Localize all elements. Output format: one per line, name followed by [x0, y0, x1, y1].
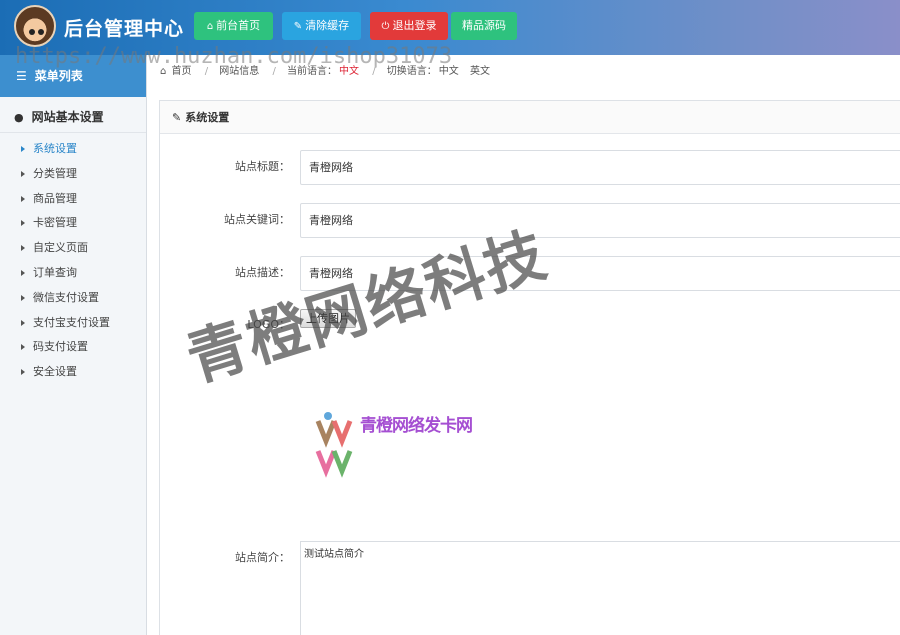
clear-cache-button[interactable]: ✎ 清除缓存 — [282, 12, 361, 40]
site-intro-textarea[interactable]: 测试站点简介 — [300, 541, 900, 635]
sidebar-item-system-settings[interactable]: 系统设置 — [0, 137, 146, 162]
logo-image — [315, 412, 353, 478]
caret-right-icon — [21, 195, 25, 202]
site-title-label: 站点标题： — [235, 160, 290, 173]
power-icon: ⏻ — [381, 21, 390, 32]
avatar — [14, 5, 56, 47]
sidebar-item-products[interactable]: 商品管理 — [0, 187, 146, 212]
caret-right-icon — [21, 146, 25, 152]
language-en-link[interactable]: 英文 — [470, 66, 490, 77]
edit-icon: ✎ — [172, 111, 182, 124]
caret-right-icon — [21, 269, 25, 276]
site-intro-label: 站点简介： — [235, 551, 290, 564]
caret-right-icon — [21, 220, 25, 227]
site-keywords-input[interactable]: 青橙网络 — [300, 203, 900, 238]
sidebar-item-card-keys[interactable]: 卡密管理 — [0, 211, 146, 236]
user-icon: ● — [14, 111, 24, 124]
caret-right-icon — [21, 319, 25, 326]
front-home-button[interactable]: ⌂ 前台首页 — [194, 12, 273, 40]
sidebar-item-alipay[interactable]: 支付宝支付设置 — [0, 311, 146, 336]
sidebar-item-wechat-pay[interactable]: 微信支付设置 — [0, 286, 146, 311]
wrench-icon: ✎ — [293, 21, 303, 32]
site-title-input[interactable]: 青橙网络 — [300, 150, 900, 185]
sidebar-group-site-settings[interactable]: ● 网站基本设置 — [0, 101, 146, 133]
sidebar-item-security[interactable]: 安全设置 — [0, 360, 146, 385]
panel-title: ✎ 系统设置 — [160, 101, 900, 134]
sidebar: ☰ 菜单列表 ● 网站基本设置 系统设置 分类管理 商品管理 卡密管理 自定义页面 … — [0, 55, 147, 635]
sidebar-item-codepay[interactable]: 码支付设置 — [0, 335, 146, 360]
caret-right-icon — [21, 245, 25, 252]
caret-right-icon — [21, 170, 25, 177]
site-keywords-label: 站点关键词： — [224, 213, 290, 226]
sidebar-menu: 系统设置 分类管理 商品管理 卡密管理 自定义页面 订单查询 微信支付设置 支付… — [0, 133, 146, 385]
home-icon: ⌂ — [206, 21, 214, 32]
site-description-label: 站点描述： — [235, 266, 290, 279]
url-watermark: https://www.huzhan.com/ishop31073 — [15, 44, 453, 69]
caret-right-icon — [21, 344, 25, 351]
sidebar-item-orders[interactable]: 订单查询 — [0, 261, 146, 286]
logout-button[interactable]: ⏻ 退出登录 — [370, 12, 448, 40]
sidebar-item-categories[interactable]: 分类管理 — [0, 162, 146, 187]
app-title: 后台管理中心 — [64, 18, 185, 40]
caret-right-icon — [21, 294, 25, 301]
logo-text: 青橙网络发卡网 — [360, 416, 473, 436]
premium-source-button[interactable]: 精品源码 — [451, 12, 517, 40]
caret-right-icon — [21, 369, 25, 376]
sidebar-item-custom-pages[interactable]: 自定义页面 — [0, 236, 146, 261]
